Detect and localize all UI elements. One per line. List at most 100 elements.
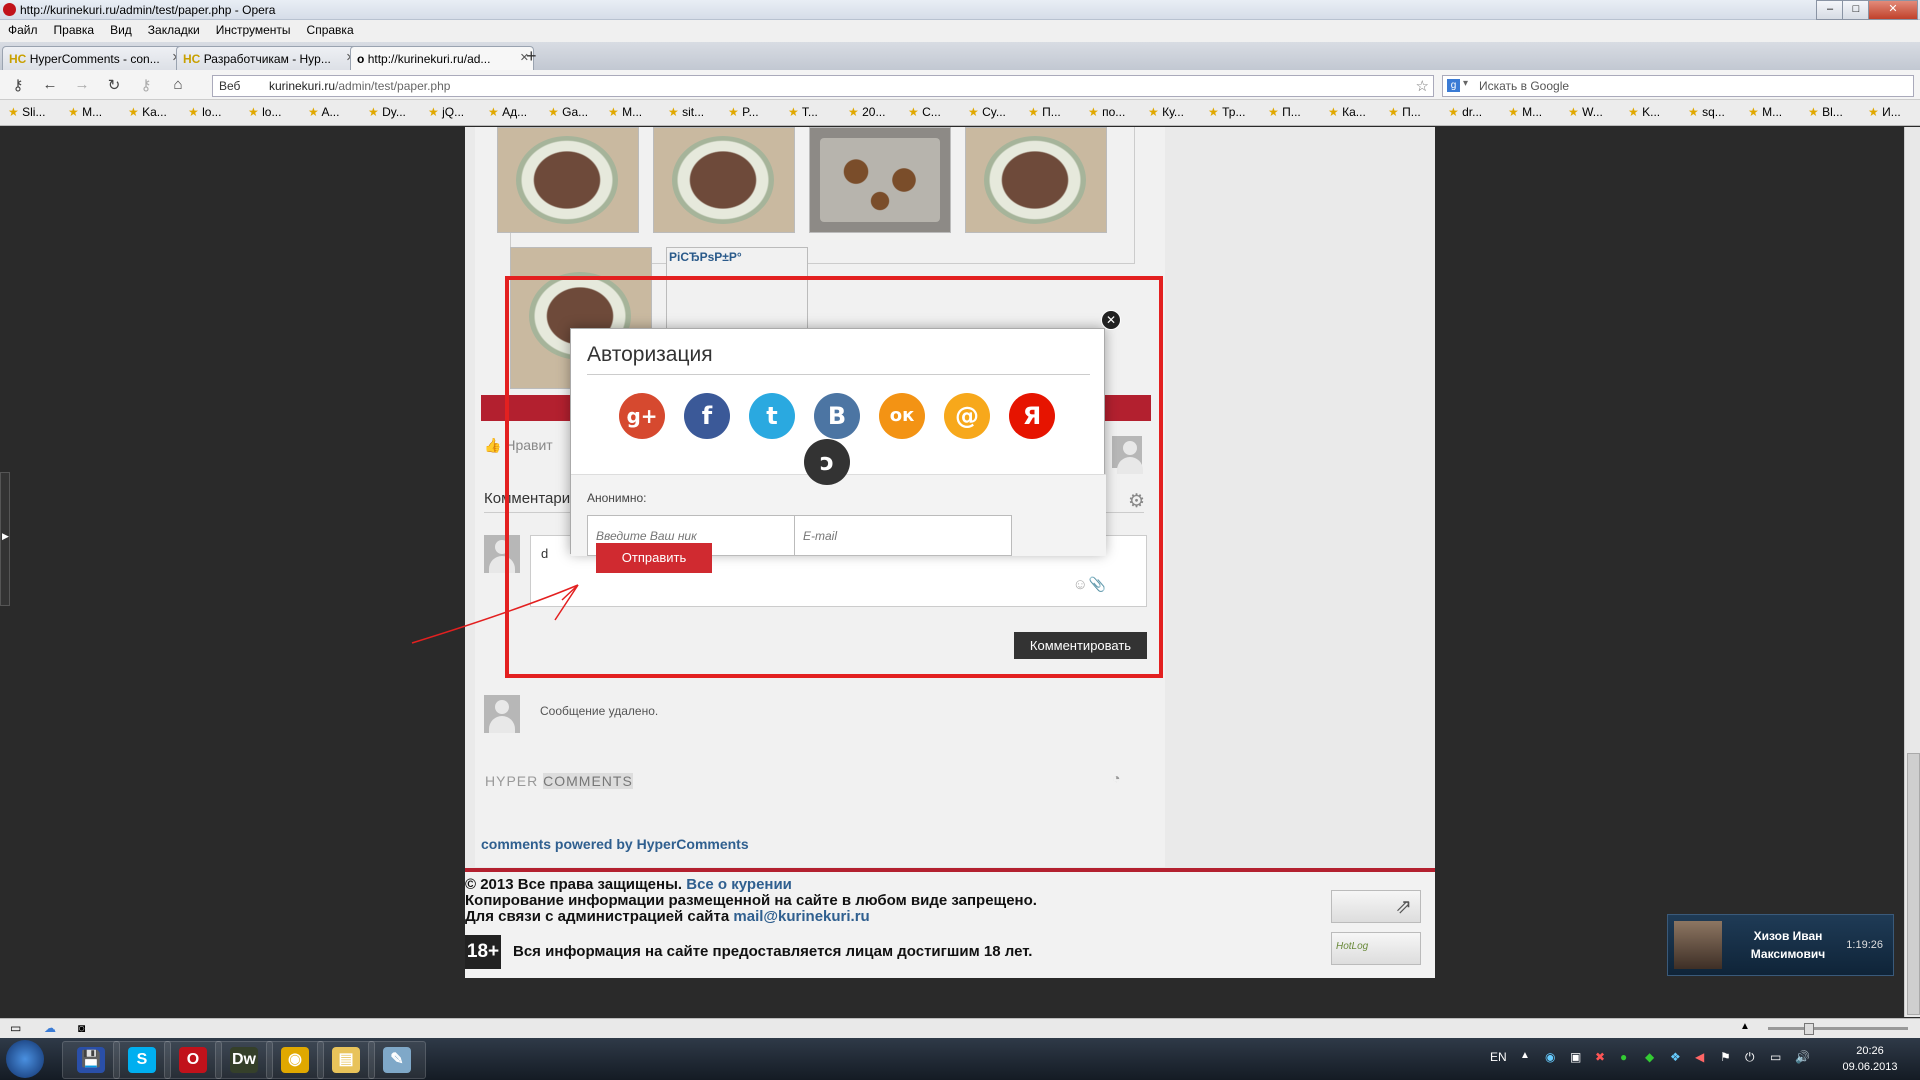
powered-by-link[interactable]: comments powered by HyperComments (481, 836, 749, 852)
zoom-slider[interactable] (1768, 1023, 1908, 1035)
tray-monitor-icon[interactable]: ▭ (1770, 1050, 1781, 1064)
new-tab-plus-icon[interactable]: + (526, 46, 537, 67)
scrollbar-thumb[interactable] (1907, 753, 1920, 1015)
taskbar-skype[interactable]: S (113, 1041, 171, 1079)
google-plus-icon[interactable]: g+ (619, 393, 665, 439)
taskbar-dreamweaver[interactable]: Dw (215, 1041, 273, 1079)
bookmark-item[interactable]: ★ 20... (848, 105, 900, 119)
tray-network-icon[interactable]: ◉ (1545, 1050, 1555, 1064)
bookmark-item[interactable]: ★ Cy... (968, 105, 1020, 119)
bookmark-item[interactable]: ★ A... (308, 105, 360, 119)
bookmark-item[interactable]: ★ M... (1508, 105, 1560, 119)
odnoklassniki-icon[interactable]: ок (879, 393, 925, 439)
back-arrow-icon[interactable]: ← (40, 76, 60, 94)
bookmark-item[interactable]: ★ Ка... (1328, 105, 1380, 119)
bookmark-item[interactable]: ★ Ку... (1148, 105, 1200, 119)
gallery-thumb[interactable] (965, 127, 1107, 233)
url-field[interactable]: Веб kurinekuri.ru/admin/test/paper.php ☆ (212, 75, 1434, 97)
taskbar-notepad[interactable]: ✎ (368, 1041, 426, 1079)
side-panel-toggle[interactable]: ▶ (0, 472, 10, 606)
bookmark-item[interactable]: ★ Sli... (8, 105, 60, 119)
bookmark-item[interactable]: ★ П... (1388, 105, 1440, 119)
bookmark-item[interactable]: ★ Dy... (368, 105, 420, 119)
google-icon[interactable]: g (1447, 79, 1460, 92)
menu-file[interactable]: Файл (0, 20, 46, 40)
forward-arrow-icon[interactable]: → (72, 76, 92, 94)
twitter-icon[interactable]: t (749, 393, 795, 439)
bookmark-item[interactable]: ★ Ka... (128, 105, 180, 119)
taskbar-chrome[interactable]: ◉ (266, 1041, 324, 1079)
tray-status-icon[interactable]: ● (1620, 1050, 1627, 1064)
bookmark-item[interactable]: ★ Тр... (1208, 105, 1260, 119)
bookmark-item[interactable]: ★ C... (908, 105, 960, 119)
start-button[interactable] (6, 1040, 44, 1078)
bookmark-item[interactable]: ★ по... (1088, 105, 1140, 119)
yandex-icon[interactable]: Я (1009, 393, 1055, 439)
tray-dropbox-icon[interactable]: ❖ (1670, 1050, 1681, 1064)
gallery-thumb[interactable] (809, 127, 951, 233)
zoom-slider-handle[interactable] (1804, 1023, 1814, 1035)
bookmark-star-icon[interactable]: ☆ (1416, 77, 1429, 95)
counter-badge[interactable]: ⇗ (1331, 890, 1421, 923)
tray-chat-icon[interactable]: ◆ (1645, 1050, 1654, 1064)
vkontakte-icon[interactable]: B (814, 393, 860, 439)
wand-key-icon[interactable]: ⚷ (136, 76, 156, 94)
system-clock[interactable]: 20:26 09.06.2013 (1830, 1043, 1910, 1075)
bookmark-item[interactable]: ★ sq... (1688, 105, 1740, 119)
email-input[interactable] (794, 515, 1012, 556)
bookmark-item[interactable]: ★ M... (68, 105, 120, 119)
gallery-thumb[interactable] (653, 127, 795, 233)
bookmark-item[interactable]: ★ M... (608, 105, 660, 119)
bookmark-item[interactable]: ★ lo... (248, 105, 300, 119)
language-indicator[interactable]: EN (1490, 1050, 1507, 1064)
bookmark-item[interactable]: ★ П... (1268, 105, 1320, 119)
menu-bookmarks[interactable]: Закладки (140, 20, 208, 40)
facebook-icon[interactable]: f (684, 393, 730, 439)
hypercomments-logo[interactable]: HYPER COMMENTS (485, 773, 633, 789)
tray-shield-icon[interactable]: ✖ (1595, 1050, 1605, 1064)
home-icon[interactable]: ⌂ (168, 76, 188, 94)
menu-help[interactable]: Справка (299, 20, 362, 40)
bookmark-item[interactable]: ★ П... (1028, 105, 1080, 119)
bookmark-item[interactable]: ★ И... (1868, 105, 1920, 119)
panel-key-icon[interactable]: ⚷ (8, 76, 28, 94)
bookmark-item[interactable]: ★ dr... (1448, 105, 1500, 119)
bookmark-item[interactable]: ★ Ад... (488, 105, 540, 119)
vertical-scrollbar[interactable] (1904, 127, 1920, 1017)
bookmark-item[interactable]: ★ Ga... (548, 105, 600, 119)
bookmark-item[interactable]: ★ T... (788, 105, 840, 119)
menu-view[interactable]: Вид (102, 20, 140, 40)
bookmark-item[interactable]: ★ K... (1628, 105, 1680, 119)
bookmark-item[interactable]: ★ Bl... (1808, 105, 1860, 119)
bookmark-item[interactable]: ★ lo... (188, 105, 240, 119)
tray-speaker-icon[interactable]: ◀ (1695, 1050, 1704, 1064)
minimize-button[interactable]: – (1816, 0, 1844, 20)
taskbar-explorer[interactable]: ▤ (317, 1041, 375, 1079)
tray-arrow-icon[interactable]: ▲ (1520, 1050, 1530, 1061)
bookmark-item[interactable]: ★ sit... (668, 105, 720, 119)
bookmark-item[interactable]: ★ jQ... (428, 105, 480, 119)
hotlog-counter[interactable]: HotLog (1331, 932, 1421, 965)
tray-flag-icon[interactable]: ⚑ (1720, 1050, 1731, 1064)
taskbar-opera[interactable]: O (164, 1041, 222, 1079)
close-modal-icon[interactable]: ✕ (1101, 310, 1121, 330)
tray-volume-icon[interactable]: 🔊 (1795, 1050, 1810, 1064)
menu-tools[interactable]: Инструменты (208, 20, 299, 40)
taskbar-floppy[interactable]: 💾 (62, 1041, 120, 1079)
chevron-down-icon[interactable]: ▾ (1463, 78, 1468, 89)
bookmark-item[interactable]: ★ M... (1748, 105, 1800, 119)
bookmark-item[interactable]: ★ P... (728, 105, 780, 119)
close-window-button[interactable]: ✕ (1868, 0, 1918, 20)
menu-edit[interactable]: Правка (46, 20, 103, 40)
gallery-thumb[interactable] (497, 127, 639, 233)
panel-toggle-icon[interactable]: ▭ (10, 1021, 21, 1035)
search-field[interactable]: g ▾ Искать в Google (1442, 75, 1914, 97)
tray-window-icon[interactable]: ▣ (1570, 1050, 1581, 1064)
rss-icon[interactable]: ◔ (1112, 770, 1120, 786)
send-button[interactable]: Отправить (596, 543, 712, 573)
bookmark-item[interactable]: ★ W... (1568, 105, 1620, 119)
maximize-button[interactable]: □ (1842, 0, 1870, 20)
reload-icon[interactable]: ↻ (104, 76, 124, 94)
arrow-up-icon[interactable]: ▲ (1740, 1021, 1750, 1032)
contact-email-link[interactable]: mail@kurinekuri.ru (733, 908, 869, 925)
